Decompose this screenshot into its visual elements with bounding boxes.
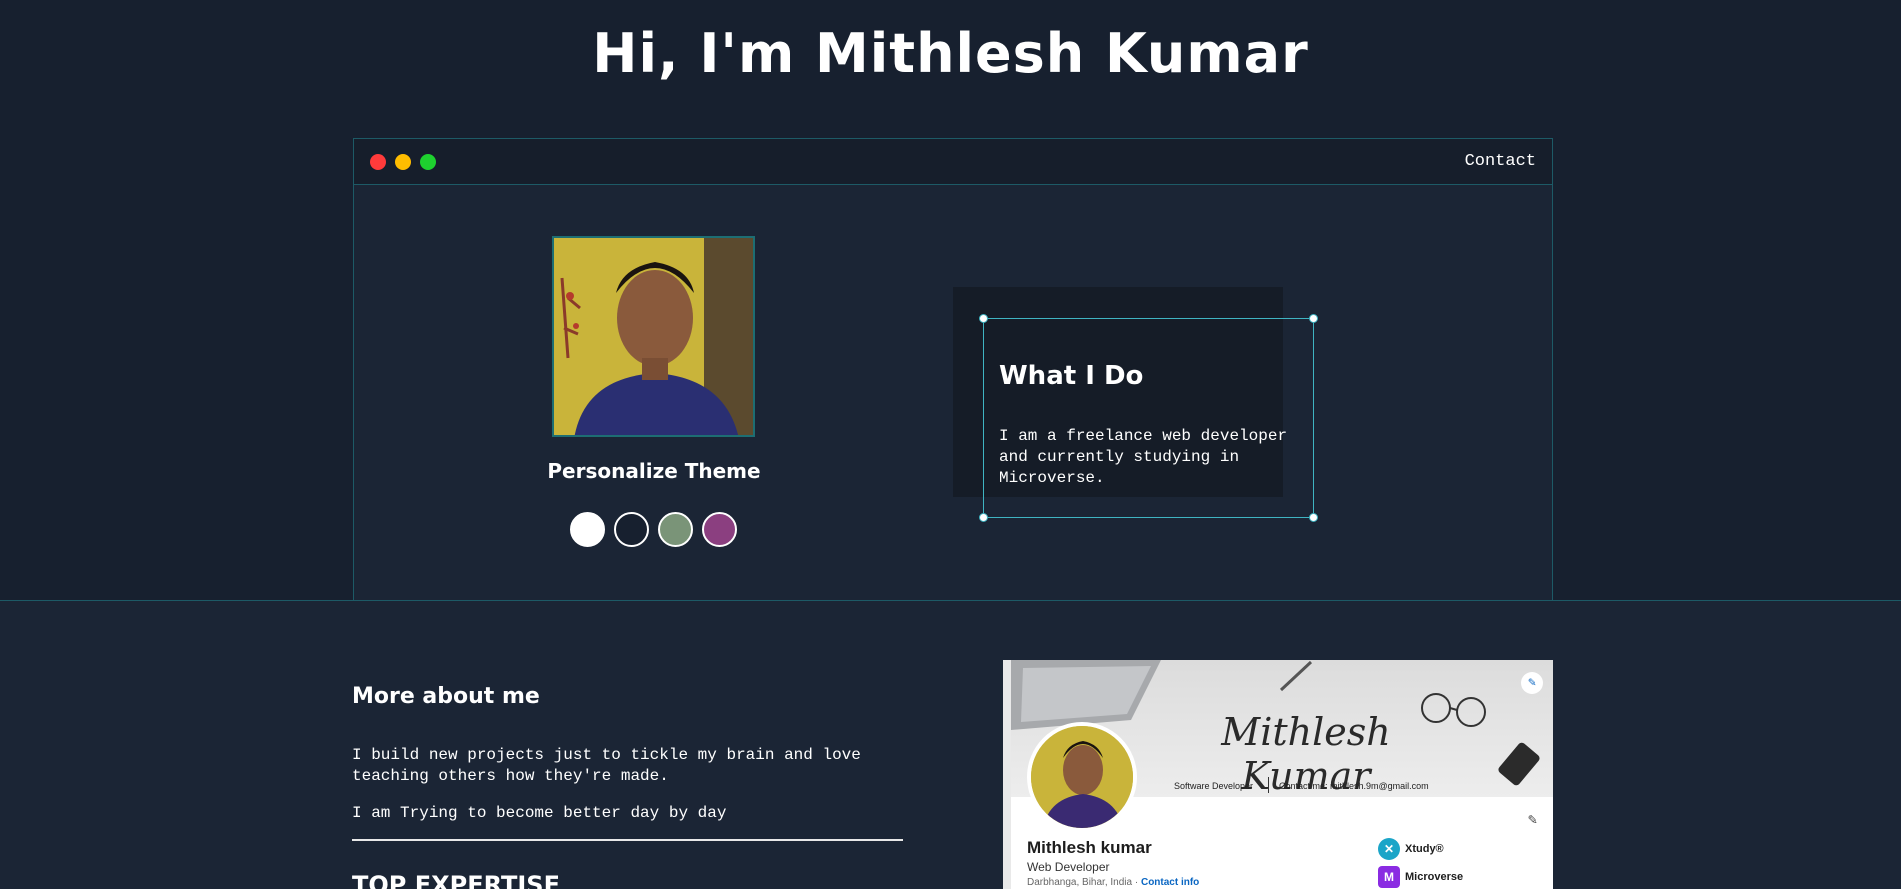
what-i-do-text: I am a freelance web developer and curre… xyxy=(999,427,1288,487)
profile-photo xyxy=(552,236,755,437)
hero-title: Hi, I'm Mithlesh Kumar xyxy=(592,22,1309,85)
org-name: Microverse xyxy=(1405,870,1464,883)
banner-role: Software Developer xyxy=(1174,781,1254,791)
profile-role: Web Developer xyxy=(1027,860,1110,874)
window-titlebar: Contact xyxy=(354,139,1552,185)
more-about-title: More about me xyxy=(352,684,540,709)
xtudy-logo-icon: ✕ xyxy=(1378,838,1400,860)
section-divider xyxy=(0,600,1901,601)
profile-location: Darbhanga, Bihar, India · Contact info xyxy=(1027,877,1199,888)
personalize-theme-title: Personalize Theme xyxy=(547,459,761,483)
resize-handle xyxy=(1309,513,1318,522)
more-about-paragraph: I build new projects just to tickle my b… xyxy=(352,746,861,785)
theme-swatch-dark[interactable] xyxy=(614,512,649,547)
resize-handle xyxy=(979,513,988,522)
contact-link[interactable]: Contact xyxy=(1465,152,1536,171)
banner-contact: Contact me: mithlesh.9m@gmail.com xyxy=(1279,781,1429,791)
theme-swatch-green[interactable] xyxy=(658,512,693,547)
contact-info-link[interactable]: Contact info xyxy=(1141,877,1199,888)
close-dot-icon[interactable] xyxy=(370,154,386,170)
resize-handle xyxy=(979,314,988,323)
theme-swatch-white[interactable] xyxy=(570,512,605,547)
avatar-image xyxy=(1031,726,1133,828)
profile-name: Mithlesh kumar xyxy=(1027,838,1152,857)
about-section xyxy=(0,601,1901,889)
more-about-paragraph: I am Trying to become better day by day xyxy=(352,804,727,822)
org-xtudy[interactable]: ✕ Xtudy® xyxy=(1378,838,1444,860)
theme-swatch-purple[interactable] xyxy=(702,512,737,547)
maximize-dot-icon[interactable] xyxy=(420,154,436,170)
org-microverse[interactable]: M Microverse xyxy=(1378,866,1463,888)
org-name: Xtudy® xyxy=(1405,842,1444,855)
edit-banner-icon[interactable]: ✎ xyxy=(1521,672,1543,694)
what-i-do-card: What I Do I am a freelance web developer… xyxy=(979,314,1318,522)
profile-card-avatar xyxy=(1027,722,1137,832)
linkedin-profile-card: Mithlesh Kumar Software Developer Contac… xyxy=(1003,660,1553,889)
location-text: Darbhanga, Bihar, India · xyxy=(1027,877,1139,888)
microverse-logo-icon: M xyxy=(1378,866,1400,888)
banner-separator xyxy=(1268,777,1269,793)
top-expertise-title: TOP EXPERTISE xyxy=(352,871,560,889)
profile-photo-image xyxy=(554,238,753,435)
minimize-dot-icon[interactable] xyxy=(395,154,411,170)
divider xyxy=(352,839,903,841)
browser-window: Contact Personalize Theme What I Do I am… xyxy=(353,138,1553,601)
edit-profile-icon[interactable]: ✎ xyxy=(1528,810,1537,829)
what-i-do-title: What I Do xyxy=(999,361,1144,391)
resize-handle xyxy=(1309,314,1318,323)
